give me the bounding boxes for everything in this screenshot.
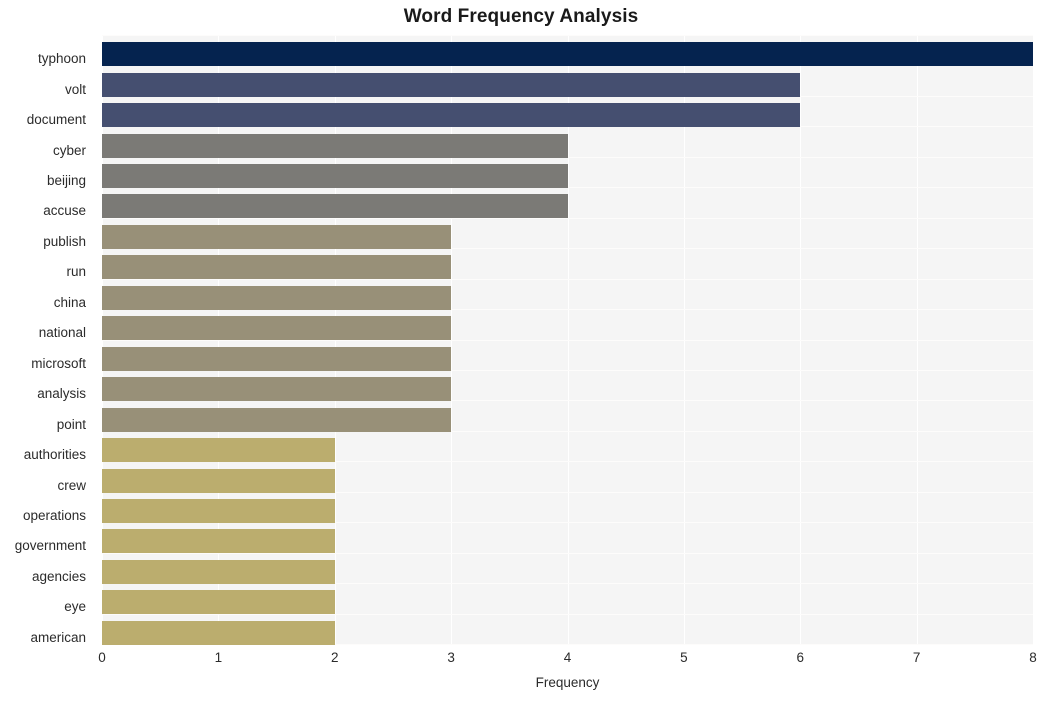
x-axis-title: Frequency [535, 675, 600, 690]
x-axis-tick-label: 0 [98, 650, 106, 665]
x-axis-tick-label: 8 [1029, 650, 1037, 665]
x-axis-tick-label: 3 [447, 650, 455, 665]
x-axis-tick-label: 2 [330, 650, 339, 665]
x-axis-tick-labels: 0 1 2 3 4 5 6 7 8 [0, 0, 1042, 701]
x-axis-tick-label: 5 [680, 650, 688, 665]
x-axis-tick-label: 7 [912, 650, 921, 665]
x-axis-tick-label: 6 [796, 650, 805, 665]
x-axis-tick-label: 1 [214, 650, 223, 665]
x-axis-tick-label: 4 [563, 650, 572, 665]
word-frequency-chart: Word Frequency Analysis typhoon volt docum… [0, 0, 1042, 701]
